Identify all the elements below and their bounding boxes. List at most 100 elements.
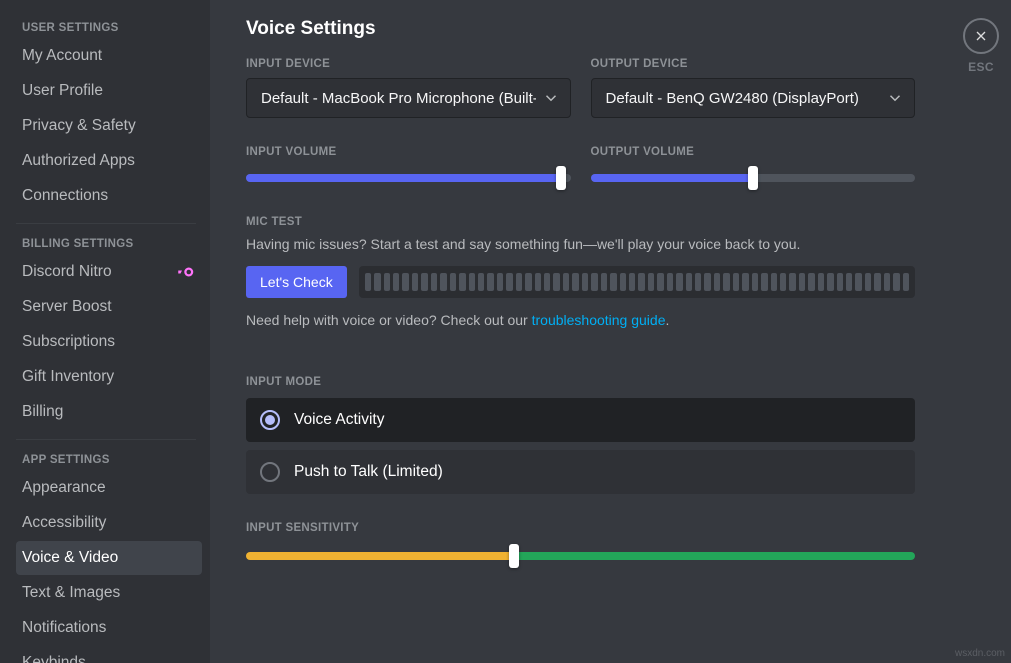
input-device-select[interactable]: Default - MacBook Pro Microphone (Built-… <box>246 78 571 118</box>
meter-bar <box>525 273 531 291</box>
sidebar-header-user-settings: USER SETTINGS <box>16 18 202 38</box>
settings-sidebar: USER SETTINGS My Account User Profile Pr… <box>0 0 210 663</box>
meter-bar <box>591 273 597 291</box>
meter-bar <box>818 273 824 291</box>
esc-label: ESC <box>968 60 994 74</box>
output-device-label: OUTPUT DEVICE <box>591 58 916 70</box>
sidebar-item-server-boost[interactable]: Server Boost <box>16 290 202 324</box>
sidebar-item-my-account[interactable]: My Account <box>16 39 202 73</box>
meter-bar <box>601 273 607 291</box>
output-device-value: Default - BenQ GW2480 (DisplayPort) <box>606 90 881 107</box>
meter-bar <box>846 273 852 291</box>
slider-thumb[interactable] <box>748 166 758 190</box>
meter-bar <box>704 273 710 291</box>
meter-bar <box>563 273 569 291</box>
meter-bar <box>638 273 644 291</box>
meter-bar <box>855 273 861 291</box>
meter-bar <box>421 273 427 291</box>
output-device-select[interactable]: Default - BenQ GW2480 (DisplayPort) <box>591 78 916 118</box>
meter-bar <box>440 273 446 291</box>
sidebar-item-billing[interactable]: Billing <box>16 395 202 429</box>
meter-bar <box>874 273 880 291</box>
sidebar-item-text-images[interactable]: Text & Images <box>16 576 202 610</box>
sidebar-item-label: Connections <box>22 186 108 206</box>
meter-bar <box>412 273 418 291</box>
sidebar-item-accessibility[interactable]: Accessibility <box>16 506 202 540</box>
meter-bar <box>384 273 390 291</box>
meter-bar <box>723 273 729 291</box>
meter-bar <box>657 273 663 291</box>
chevron-down-icon <box>886 89 904 107</box>
meter-bar <box>799 273 805 291</box>
meter-bar <box>733 273 739 291</box>
meter-bar <box>506 273 512 291</box>
sidebar-item-user-profile[interactable]: User Profile <box>16 74 202 108</box>
input-mode-voice-activity[interactable]: Voice Activity <box>246 398 915 442</box>
sidebar-item-authorized-apps[interactable]: Authorized Apps <box>16 144 202 178</box>
meter-bar <box>431 273 437 291</box>
meter-bar <box>676 273 682 291</box>
radio-icon <box>260 410 280 430</box>
input-device-label: INPUT DEVICE <box>246 58 571 70</box>
output-volume-slider[interactable] <box>591 168 916 188</box>
meter-bar <box>610 273 616 291</box>
help-line: Need help with voice or video? Check out… <box>246 312 915 328</box>
sidebar-item-appearance[interactable]: Appearance <box>16 471 202 505</box>
output-volume-label: OUTPUT VOLUME <box>591 146 916 158</box>
meter-bar <box>761 273 767 291</box>
sidebar-item-connections[interactable]: Connections <box>16 179 202 213</box>
sidebar-divider <box>16 223 196 224</box>
meter-bar <box>478 273 484 291</box>
meter-bar <box>469 273 475 291</box>
meter-bar <box>903 273 909 291</box>
watermark: wsxdn.com <box>955 648 1005 659</box>
radio-icon <box>260 462 280 482</box>
meter-bar <box>582 273 588 291</box>
sidebar-item-keybinds[interactable]: Keybinds <box>16 646 202 663</box>
sidebar-item-label: User Profile <box>22 81 103 101</box>
chevron-down-icon <box>542 89 560 107</box>
meter-bar <box>667 273 673 291</box>
meter-bar <box>544 273 550 291</box>
meter-bar <box>714 273 720 291</box>
sidebar-item-label: My Account <box>22 46 102 66</box>
input-sensitivity-label: INPUT SENSITIVITY <box>246 522 915 534</box>
meter-bar <box>752 273 758 291</box>
mic-test-button[interactable]: Let's Check <box>246 266 347 298</box>
sidebar-item-voice-video[interactable]: Voice & Video <box>16 541 202 575</box>
sidebar-item-label: Keybinds <box>22 653 86 663</box>
input-sensitivity-slider[interactable] <box>246 546 915 566</box>
meter-bar <box>450 273 456 291</box>
meter-bar <box>402 273 408 291</box>
sidebar-item-label: Text & Images <box>22 583 120 603</box>
sidebar-item-notifications[interactable]: Notifications <box>16 611 202 645</box>
radio-label: Voice Activity <box>294 411 384 429</box>
meter-bar <box>497 273 503 291</box>
input-mode-push-to-talk[interactable]: Push to Talk (Limited) <box>246 450 915 494</box>
input-volume-slider[interactable] <box>246 168 571 188</box>
close-button[interactable] <box>963 18 999 54</box>
sidebar-item-label: Voice & Video <box>22 548 118 568</box>
meter-bar <box>771 273 777 291</box>
help-prefix: Need help with voice or video? Check out… <box>246 312 532 328</box>
slider-thumb[interactable] <box>556 166 566 190</box>
meter-bar <box>742 273 748 291</box>
page-title: Voice Settings <box>246 18 915 40</box>
troubleshooting-link[interactable]: troubleshooting guide <box>532 312 666 328</box>
sidebar-item-discord-nitro[interactable]: Discord Nitro <box>16 255 202 289</box>
meter-bar <box>837 273 843 291</box>
sidebar-item-privacy-safety[interactable]: Privacy & Safety <box>16 109 202 143</box>
meter-bar <box>487 273 493 291</box>
input-volume-label: INPUT VOLUME <box>246 146 571 158</box>
meter-bar <box>572 273 578 291</box>
sidebar-item-label: Gift Inventory <box>22 367 114 387</box>
sidebar-item-subscriptions[interactable]: Subscriptions <box>16 325 202 359</box>
close-icon <box>973 28 989 44</box>
meter-bar <box>629 273 635 291</box>
sidebar-item-gift-inventory[interactable]: Gift Inventory <box>16 360 202 394</box>
sidebar-header-app-settings: APP SETTINGS <box>16 450 202 470</box>
input-device-value: Default - MacBook Pro Microphone (Built-… <box>261 90 536 107</box>
sidebar-item-label: Server Boost <box>22 297 112 317</box>
meter-bar <box>884 273 890 291</box>
slider-thumb[interactable] <box>509 544 519 568</box>
